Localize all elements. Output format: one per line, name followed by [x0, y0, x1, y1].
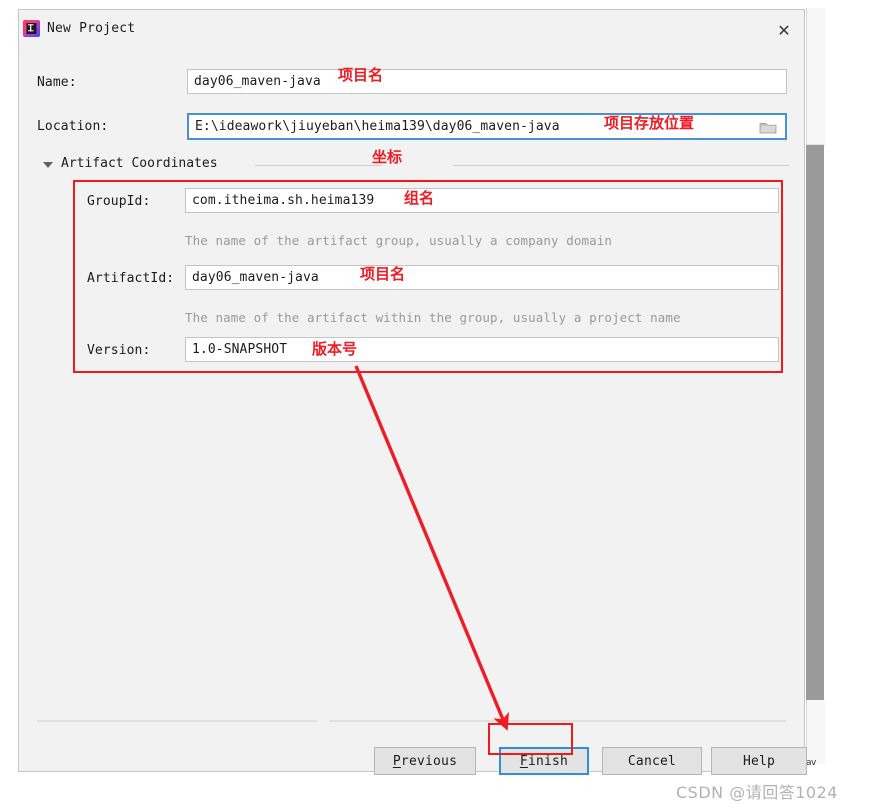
- annotation-groupid: 组名: [404, 189, 435, 207]
- location-input-value: E:\ideawork\jiuyeban\heima139\day06_mave…: [195, 119, 560, 134]
- version-input[interactable]: 1.0-SNAPSHOT: [185, 337, 779, 362]
- artifactid-input[interactable]: day06_maven-java: [185, 265, 779, 290]
- version-input-value: 1.0-SNAPSHOT: [192, 342, 288, 357]
- dialog-content: Name: day06_maven-java Location: E:\idea…: [19, 47, 807, 775]
- artifactid-hint: The name of the artifact within the grou…: [185, 310, 681, 325]
- groupid-input-value: com.itheima.sh.heima139: [192, 193, 375, 208]
- cancel-button[interactable]: Cancel: [602, 747, 702, 775]
- previous-button-mnemonic: P: [392, 753, 401, 769]
- name-label: Name:: [37, 75, 77, 90]
- groupid-label: GroupId:: [87, 194, 151, 209]
- background-panel-mid: [806, 100, 825, 145]
- annotation-location: 项目存放位置: [604, 114, 695, 132]
- previous-button[interactable]: Previous: [374, 747, 476, 775]
- annotation-name: 项目名: [338, 66, 384, 84]
- footer-divider-left: [37, 720, 317, 722]
- groupid-hint: The name of the artifact group, usually …: [185, 233, 613, 248]
- background-scrollbar[interactable]: [806, 145, 824, 700]
- version-label: Version:: [87, 343, 151, 358]
- close-icon[interactable]: ✕: [773, 20, 795, 42]
- previous-button-label: revious: [400, 753, 458, 769]
- artifact-coordinates-title: Artifact Coordinates: [61, 156, 218, 171]
- background-tail-text: av: [806, 758, 816, 768]
- background-panel-bottom: [806, 700, 825, 764]
- cancel-button-label: Cancel: [627, 753, 677, 769]
- artifactid-label: ArtifactId:: [87, 271, 175, 286]
- dialog-button-bar: Previous Finish Cancel Help: [19, 737, 807, 781]
- artifactid-input-value: day06_maven-java: [192, 270, 319, 285]
- footer-divider-right: [329, 720, 786, 722]
- location-input[interactable]: E:\ideawork\jiuyeban\heima139\day06_mave…: [187, 113, 787, 140]
- finish-button[interactable]: Finish: [499, 747, 589, 775]
- chevron-down-icon[interactable]: [43, 162, 53, 168]
- location-label: Location:: [37, 119, 109, 134]
- name-input[interactable]: day06_maven-java: [187, 69, 787, 94]
- groupid-input[interactable]: com.itheima.sh.heima139: [185, 188, 779, 213]
- section-divider-right: [453, 165, 789, 166]
- help-button[interactable]: Help: [711, 747, 807, 775]
- finish-button-label: inish: [527, 753, 569, 769]
- dialog-title: New Project: [47, 21, 136, 36]
- csdn-watermark: CSDN @请回答1024: [676, 783, 838, 802]
- annotation-coordinates: 坐标: [372, 148, 403, 166]
- intellij-idea-logo-icon: [23, 20, 40, 37]
- help-button-label: Help: [742, 753, 776, 769]
- section-divider-left: [255, 165, 382, 166]
- background-panel-top: [806, 8, 825, 101]
- annotation-version: 版本号: [312, 340, 358, 358]
- name-input-value: day06_maven-java: [194, 74, 321, 89]
- finish-button-mnemonic: F: [519, 753, 528, 769]
- dialog-titlebar: New Project ✕: [19, 10, 804, 47]
- folder-icon[interactable]: [759, 120, 777, 135]
- annotation-artifactid: 项目名: [360, 265, 406, 283]
- artifact-coordinates-section-header[interactable]: Artifact Coordinates: [43, 156, 789, 174]
